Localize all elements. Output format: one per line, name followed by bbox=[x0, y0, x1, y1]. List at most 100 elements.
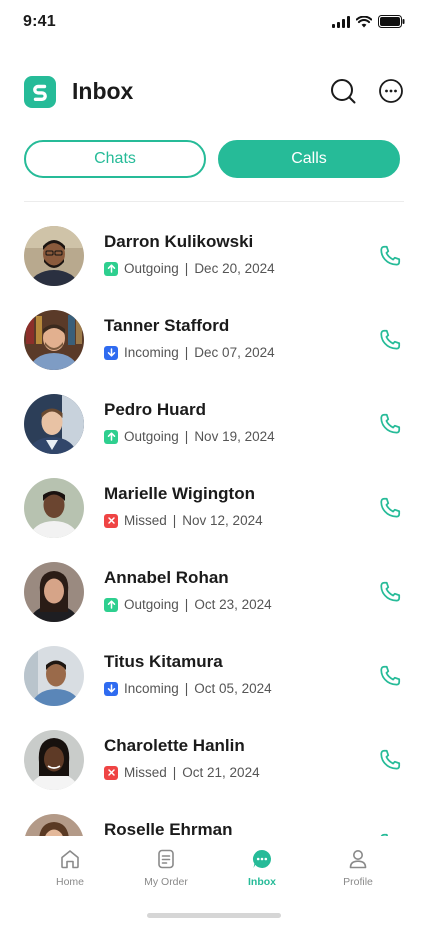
call-type: Missed bbox=[124, 513, 167, 528]
call-type: Missed bbox=[124, 765, 167, 780]
home-indicator bbox=[147, 913, 281, 918]
call-date: Dec 20, 2024 bbox=[194, 261, 275, 276]
x-icon bbox=[104, 513, 118, 528]
nav-my-order[interactable]: My Order bbox=[126, 848, 206, 888]
nav-label: Inbox bbox=[248, 876, 276, 888]
call-meta: Outgoing | Nov 19, 2024 bbox=[104, 429, 275, 444]
call-button[interactable] bbox=[376, 746, 404, 774]
avatar bbox=[24, 646, 84, 706]
call-meta: Outgoing | Oct 23, 2024 bbox=[104, 597, 272, 612]
avatar bbox=[24, 394, 84, 454]
wifi-icon bbox=[356, 15, 372, 27]
status-time: 9:41 bbox=[23, 13, 56, 30]
logo-icon bbox=[33, 84, 47, 101]
tab-calls[interactable]: Calls bbox=[218, 140, 400, 178]
arrow-down-icon bbox=[104, 681, 118, 696]
tab-chats[interactable]: Chats bbox=[24, 140, 206, 178]
phone-icon bbox=[380, 245, 401, 266]
call-date: Oct 23, 2024 bbox=[194, 597, 272, 612]
separator: | bbox=[184, 429, 189, 444]
contact-name: Titus Kitamura bbox=[104, 652, 223, 671]
arrow-up-icon bbox=[104, 261, 118, 276]
divider bbox=[24, 201, 404, 202]
call-meta: Incoming | Dec 07, 2024 bbox=[104, 345, 275, 360]
separator: | bbox=[184, 345, 189, 360]
avatar bbox=[24, 562, 84, 622]
list-item[interactable]: Titus Kitamura Incoming | Oct 05, 2024 bbox=[0, 636, 428, 716]
contact-name: Roselle Ehrman bbox=[104, 820, 233, 836]
profile-icon bbox=[349, 850, 367, 869]
list-item[interactable]: Darron Kulikowski Outgoing | Dec 20, 202… bbox=[0, 216, 428, 296]
list-item[interactable]: Tanner Stafford Incoming | Dec 07, 2024 bbox=[0, 300, 428, 380]
call-date: Dec 07, 2024 bbox=[194, 345, 275, 360]
more-icon bbox=[379, 79, 403, 103]
app-logo bbox=[24, 76, 56, 108]
status-bar: 9:41 bbox=[0, 0, 428, 44]
call-type: Outgoing bbox=[124, 429, 179, 444]
header: Inbox bbox=[24, 76, 404, 110]
list-item[interactable]: Roselle Ehrman bbox=[0, 804, 428, 836]
list-item[interactable]: Marielle Wigington Missed | Nov 12, 2024 bbox=[0, 468, 428, 548]
contact-name: Tanner Stafford bbox=[104, 316, 230, 335]
arrow-up-icon bbox=[104, 597, 118, 612]
battery-icon bbox=[378, 15, 405, 28]
avatar bbox=[24, 226, 84, 286]
contact-name: Darron Kulikowski bbox=[104, 232, 254, 251]
chat-icon bbox=[253, 850, 271, 868]
call-date: Nov 12, 2024 bbox=[182, 513, 263, 528]
screen: 9:41 Inbox Chats Calls Darron Kulikowski… bbox=[0, 0, 428, 926]
call-button[interactable] bbox=[376, 578, 404, 606]
arrow-down-icon bbox=[104, 345, 118, 360]
contact-name: Marielle Wigington bbox=[104, 484, 255, 503]
nav-label: Home bbox=[55, 876, 84, 888]
status-icons bbox=[332, 15, 405, 28]
call-button[interactable] bbox=[376, 494, 404, 522]
signal-icon bbox=[332, 15, 350, 28]
search-icon bbox=[331, 79, 356, 104]
phone-icon bbox=[380, 329, 401, 350]
page-title: Inbox bbox=[72, 78, 134, 104]
separator: | bbox=[172, 765, 177, 780]
phone-icon bbox=[380, 749, 401, 770]
call-button[interactable] bbox=[376, 662, 404, 690]
separator: | bbox=[184, 261, 189, 276]
x-icon bbox=[104, 765, 118, 780]
nav-profile[interactable]: Profile bbox=[318, 848, 398, 888]
phone-icon bbox=[380, 413, 401, 434]
call-meta: Incoming | Oct 05, 2024 bbox=[104, 681, 272, 696]
contact-name: Pedro Huard bbox=[104, 400, 207, 419]
avatar bbox=[24, 478, 84, 538]
nav-inbox[interactable]: Inbox bbox=[222, 848, 302, 888]
home-icon bbox=[61, 850, 79, 869]
nav-home[interactable]: Home bbox=[30, 848, 110, 888]
avatar bbox=[24, 310, 84, 370]
more-button[interactable] bbox=[378, 78, 404, 104]
call-button[interactable] bbox=[376, 326, 404, 354]
call-type: Outgoing bbox=[124, 597, 179, 612]
call-type: Outgoing bbox=[124, 261, 179, 276]
call-meta: Missed | Oct 21, 2024 bbox=[104, 765, 260, 780]
call-meta: Missed | Nov 12, 2024 bbox=[104, 513, 263, 528]
order-icon bbox=[158, 849, 174, 869]
list-item[interactable]: Charolette Hanlin Missed | Oct 21, 2024 bbox=[0, 720, 428, 800]
tab-bar: Chats Calls bbox=[24, 140, 400, 178]
arrow-up-icon bbox=[104, 429, 118, 444]
call-type: Incoming bbox=[124, 681, 179, 696]
call-button[interactable] bbox=[376, 410, 404, 438]
separator: | bbox=[184, 597, 189, 612]
nav-label: My Order bbox=[144, 876, 188, 888]
call-type: Incoming bbox=[124, 345, 179, 360]
call-meta: Outgoing | Dec 20, 2024 bbox=[104, 261, 275, 276]
list-item[interactable]: Annabel Rohan Outgoing | Oct 23, 2024 bbox=[0, 552, 428, 632]
list-item[interactable]: Pedro Huard Outgoing | Nov 19, 2024 bbox=[0, 384, 428, 464]
separator: | bbox=[184, 681, 189, 696]
contact-name: Charolette Hanlin bbox=[104, 736, 245, 755]
call-date: Oct 05, 2024 bbox=[194, 681, 272, 696]
contact-name: Annabel Rohan bbox=[104, 568, 229, 587]
call-button[interactable] bbox=[376, 242, 404, 270]
avatar bbox=[24, 730, 84, 790]
search-button[interactable] bbox=[330, 78, 356, 104]
nav-label: Profile bbox=[343, 876, 373, 888]
header-actions bbox=[330, 78, 404, 104]
call-date: Oct 21, 2024 bbox=[182, 765, 260, 780]
